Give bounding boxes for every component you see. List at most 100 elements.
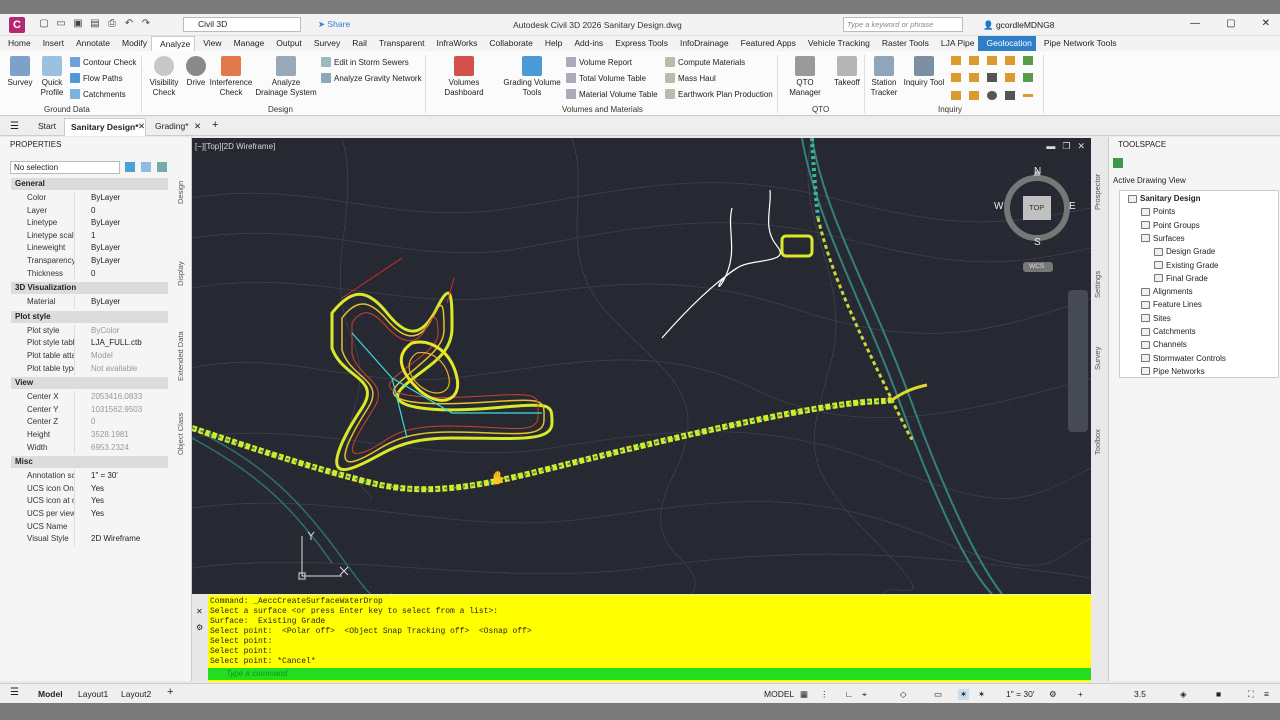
sum-icon[interactable] bbox=[987, 73, 997, 83]
compass-east[interactable]: E bbox=[1069, 201, 1076, 212]
grid-icon[interactable]: ▦ bbox=[800, 689, 808, 700]
ribbon-tab-featured-apps[interactable]: Featured Apps bbox=[733, 36, 800, 51]
tab-start[interactable]: Start bbox=[38, 121, 56, 131]
tab-layout2[interactable]: Layout2 bbox=[121, 689, 151, 699]
ribbon-tab-survey[interactable]: Survey bbox=[306, 36, 344, 51]
share-button[interactable]: ➤ Share bbox=[318, 19, 350, 30]
tree-item-points[interactable]: Points bbox=[1141, 207, 1175, 216]
property-value[interactable]: 1031562.9503 bbox=[74, 403, 168, 417]
select-objects-icon[interactable] bbox=[141, 162, 151, 172]
viewport-controls-label[interactable]: [−][Top][2D Wireframe] bbox=[195, 142, 275, 151]
tree-item-existing-grade[interactable]: Existing Grade bbox=[1154, 261, 1218, 270]
tree-item-final-grade[interactable]: Final Grade bbox=[1154, 274, 1208, 283]
calculator-icon[interactable] bbox=[1005, 90, 1015, 100]
tree-item-feature-lines[interactable]: Feature Lines bbox=[1141, 300, 1202, 309]
earthwork-plan-button[interactable]: Earthwork Plan Production bbox=[665, 89, 773, 99]
property-value[interactable]: 2053416.0833 bbox=[74, 391, 168, 404]
property-value[interactable]: Model bbox=[74, 350, 168, 363]
toolspace-view-icon[interactable] bbox=[1113, 158, 1123, 168]
section-view[interactable]: View bbox=[11, 377, 168, 390]
line-icon[interactable] bbox=[1023, 93, 1033, 97]
tab-model[interactable]: Model bbox=[38, 689, 63, 699]
active-drawing-view-dropdown[interactable]: Active Drawing View bbox=[1111, 175, 1279, 187]
property-value[interactable]: ByLayer bbox=[74, 217, 168, 230]
tab-close-icon[interactable]: ✕ bbox=[138, 121, 145, 132]
property-value[interactable]: 0 bbox=[74, 204, 168, 218]
minimize-icon[interactable]: — bbox=[1190, 18, 1200, 29]
tab-grading[interactable]: Grading* bbox=[155, 121, 189, 131]
layout-menu-icon[interactable]: ☰ bbox=[10, 687, 19, 698]
property-value[interactable]: 0 bbox=[74, 267, 168, 281]
property-row[interactable]: Width 6953.2324 bbox=[11, 441, 168, 455]
tree-item-catchments[interactable]: Catchments bbox=[1141, 327, 1196, 336]
new-icon[interactable]: ▢ bbox=[38, 18, 50, 30]
property-row[interactable]: UCS icon On Yes bbox=[11, 482, 168, 496]
visibility-check-button[interactable]: Visibility Check bbox=[146, 56, 182, 97]
ribbon-tab-infraworks[interactable]: InfraWorks bbox=[428, 36, 481, 51]
radius-icon[interactable] bbox=[969, 90, 979, 100]
survey-button[interactable]: Survey bbox=[6, 56, 34, 88]
side-tab-extended-data[interactable]: Extended Data bbox=[176, 329, 190, 384]
property-value[interactable]: LJA_FULL.ctb bbox=[74, 337, 168, 350]
volumes-dashboard-button[interactable]: Volumes Dashboard bbox=[428, 56, 500, 97]
side-tab-toolbox[interactable]: Toolbox bbox=[1093, 420, 1106, 455]
property-value[interactable]: 1" = 30' bbox=[74, 470, 168, 483]
save-icon[interactable]: ▣ bbox=[72, 18, 84, 30]
polar-icon[interactable]: ⌖ bbox=[862, 689, 867, 700]
ribbon-tab-transparent[interactable]: Transparent bbox=[371, 36, 429, 51]
redo-icon[interactable]: ↷ bbox=[140, 18, 152, 30]
tree-item-sites[interactable]: Sites bbox=[1141, 314, 1171, 323]
hardware-accel-icon[interactable]: ◈ bbox=[1180, 689, 1187, 700]
navigation-bar[interactable] bbox=[1068, 290, 1088, 432]
property-value[interactable]: ByColor bbox=[74, 324, 168, 338]
property-value[interactable]: ByLayer bbox=[74, 296, 168, 309]
ribbon-tab-modify[interactable]: Modify bbox=[114, 36, 151, 51]
property-value[interactable]: Yes bbox=[74, 508, 168, 521]
viewport-restore-icon[interactable]: ❐ bbox=[1062, 141, 1070, 152]
osnap-icon[interactable]: ◇ bbox=[900, 689, 907, 700]
design-panel-title[interactable]: Design bbox=[268, 105, 293, 114]
distance-icon[interactable] bbox=[951, 56, 961, 65]
quick-select-icon[interactable] bbox=[125, 162, 135, 172]
ribbon-tab-pipe-network-tools[interactable]: Pipe Network Tools bbox=[1036, 36, 1121, 51]
takeoff-button[interactable]: Takeoff bbox=[832, 56, 862, 88]
property-row[interactable]: Plot table type Not available bbox=[11, 362, 168, 376]
tab-layout1[interactable]: Layout1 bbox=[78, 689, 108, 699]
total-volume-table-button[interactable]: Total Volume Table bbox=[566, 73, 646, 83]
section-misc[interactable]: Misc bbox=[11, 456, 168, 469]
station-tracker-button[interactable]: Station Tracker bbox=[868, 56, 900, 97]
tree-item-pipe-networks[interactable]: Pipe Networks bbox=[1141, 367, 1205, 376]
ribbon-tab-add-ins[interactable]: Add-ins bbox=[566, 36, 607, 51]
tree-item-design-grade[interactable]: Design Grade bbox=[1154, 247, 1215, 256]
side-tab-prospector[interactable]: Prospector bbox=[1093, 155, 1106, 210]
property-row[interactable]: Linetype scale 1 bbox=[11, 229, 168, 243]
compass-west[interactable]: W bbox=[994, 201, 1003, 212]
tree-item-point-groups[interactable]: Point Groups bbox=[1141, 221, 1200, 230]
slope-icon[interactable] bbox=[1023, 56, 1033, 65]
id-icon[interactable] bbox=[951, 90, 961, 100]
property-row[interactable]: Linetype ByLayer bbox=[11, 217, 168, 230]
property-value[interactable] bbox=[74, 520, 168, 534]
property-row[interactable]: Height 3528.1981 bbox=[11, 429, 168, 442]
new-tab-icon[interactable]: + bbox=[212, 119, 218, 131]
qto-manager-button[interactable]: QTO Manager bbox=[780, 56, 830, 97]
interference-check-button[interactable]: Interference Check bbox=[209, 56, 253, 97]
ribbon-tab-geolocation[interactable]: Geolocation bbox=[978, 36, 1036, 51]
tab-grading-close-icon[interactable]: ✕ bbox=[194, 121, 201, 132]
workspace-gear-icon[interactable]: ⚙ bbox=[1049, 689, 1057, 700]
autoscale-icon[interactable]: ✶ bbox=[978, 689, 985, 700]
property-value[interactable]: Yes bbox=[74, 482, 168, 496]
property-row[interactable]: Color ByLayer bbox=[11, 192, 168, 205]
ribbon-tab-collaborate[interactable]: Collaborate bbox=[481, 36, 536, 51]
ribbon-tab-help[interactable]: Help bbox=[537, 36, 566, 51]
ribbon-tab-raster-tools[interactable]: Raster Tools bbox=[874, 36, 933, 51]
property-value[interactable]: 0 bbox=[74, 416, 168, 429]
area-icon[interactable] bbox=[987, 56, 997, 65]
viewport-minimize-icon[interactable]: ▬ bbox=[1046, 141, 1055, 152]
property-value[interactable]: 3528.1981 bbox=[74, 429, 168, 442]
mass-haul-button[interactable]: Mass Haul bbox=[665, 73, 716, 83]
section-general[interactable]: General bbox=[11, 178, 168, 190]
volume-report-button[interactable]: Volume Report bbox=[566, 57, 632, 67]
isolate-icon[interactable]: ■ bbox=[1216, 689, 1221, 699]
viewport-close-icon[interactable]: ✕ bbox=[1077, 141, 1085, 152]
